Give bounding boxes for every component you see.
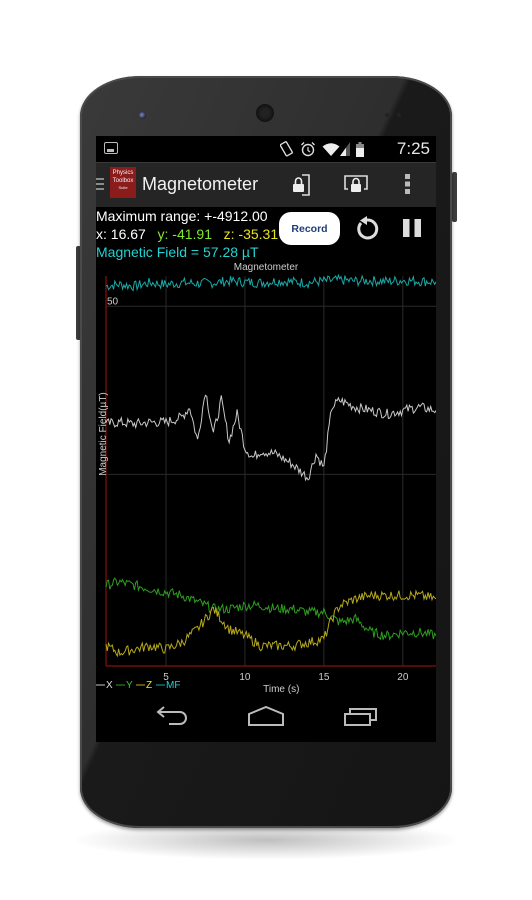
chart-svg: Magnetometer505 10 15 20Time (s)Magnetic Fi… <box>96 262 436 695</box>
x-axis-label: Time (s) <box>263 684 299 695</box>
page-title: Magnetometer <box>142 174 259 194</box>
y-tick-label: 50 <box>107 296 119 307</box>
rotate-icon <box>280 141 293 157</box>
app-logo[interactable]: Physics Toolbox Suite <box>110 167 136 198</box>
status-bar: 7:25 <box>96 136 436 162</box>
x-value: x: 16.67 <box>96 226 146 242</box>
alarm-icon <box>301 142 315 157</box>
overflow-menu-icon[interactable] <box>405 173 411 195</box>
legend-label-z: Z <box>146 680 152 691</box>
wifi-icon <box>322 142 340 156</box>
z-value: z: -35.31 <box>223 226 279 242</box>
chart-title: Magnetometer <box>234 262 299 273</box>
series-line-y <box>105 577 436 641</box>
proximity-sensor <box>385 113 389 117</box>
logo-line: Suite <box>118 185 128 190</box>
power-button <box>452 172 457 222</box>
logo-line: Physics <box>112 170 134 176</box>
signal-icon <box>340 142 350 156</box>
lock-orientation-icon[interactable] <box>292 173 312 197</box>
action-bar: Physics Toolbox Suite Magnetometer <box>96 162 436 207</box>
reset-icon[interactable] <box>354 216 380 242</box>
home-icon[interactable] <box>248 706 284 726</box>
magnetometer-chart: Magnetometer 50 5 10 15 20 Time (s) Magnetic Fi… <box>96 256 436 696</box>
earpiece-speaker <box>256 104 274 122</box>
record-button[interactable]: Record <box>279 212 340 245</box>
series-line-z <box>105 589 436 658</box>
x-tick-label: 15 <box>318 672 330 683</box>
recents-icon[interactable] <box>344 706 378 726</box>
back-icon[interactable] <box>156 706 188 726</box>
logo-line: Toolbox <box>112 178 134 184</box>
x-tick-label: 20 <box>397 672 409 683</box>
front-camera <box>139 112 146 119</box>
drawer-icon[interactable] <box>96 178 104 193</box>
x-tick-label: 10 <box>239 672 251 683</box>
max-range-label: Maximum range: +-4912.00 <box>96 208 268 224</box>
lock-display-icon[interactable] <box>344 173 368 195</box>
legend-label-x: X <box>106 680 113 691</box>
clock: 7:25 <box>396 139 430 158</box>
series-line-x <box>105 394 436 482</box>
y-value: y: -41.91 <box>157 226 212 242</box>
axis-readout: x: 16.67 y: -41.91 z: -35.31 <box>96 226 278 242</box>
battery-icon <box>356 141 364 157</box>
pause-icon[interactable] <box>402 218 422 238</box>
legend-label-mf: MF <box>166 680 180 691</box>
light-sensor <box>397 113 401 117</box>
legend-label-y: Y <box>126 680 133 691</box>
series-line-mf <box>105 273 436 292</box>
y-axis-label: Magnetic Field(µT) <box>98 392 109 476</box>
image-notification-icon <box>104 142 118 154</box>
screen: 7:25 Physics Toolbox Suite Magnetometer … <box>96 136 436 742</box>
navigation-bar <box>96 696 436 742</box>
